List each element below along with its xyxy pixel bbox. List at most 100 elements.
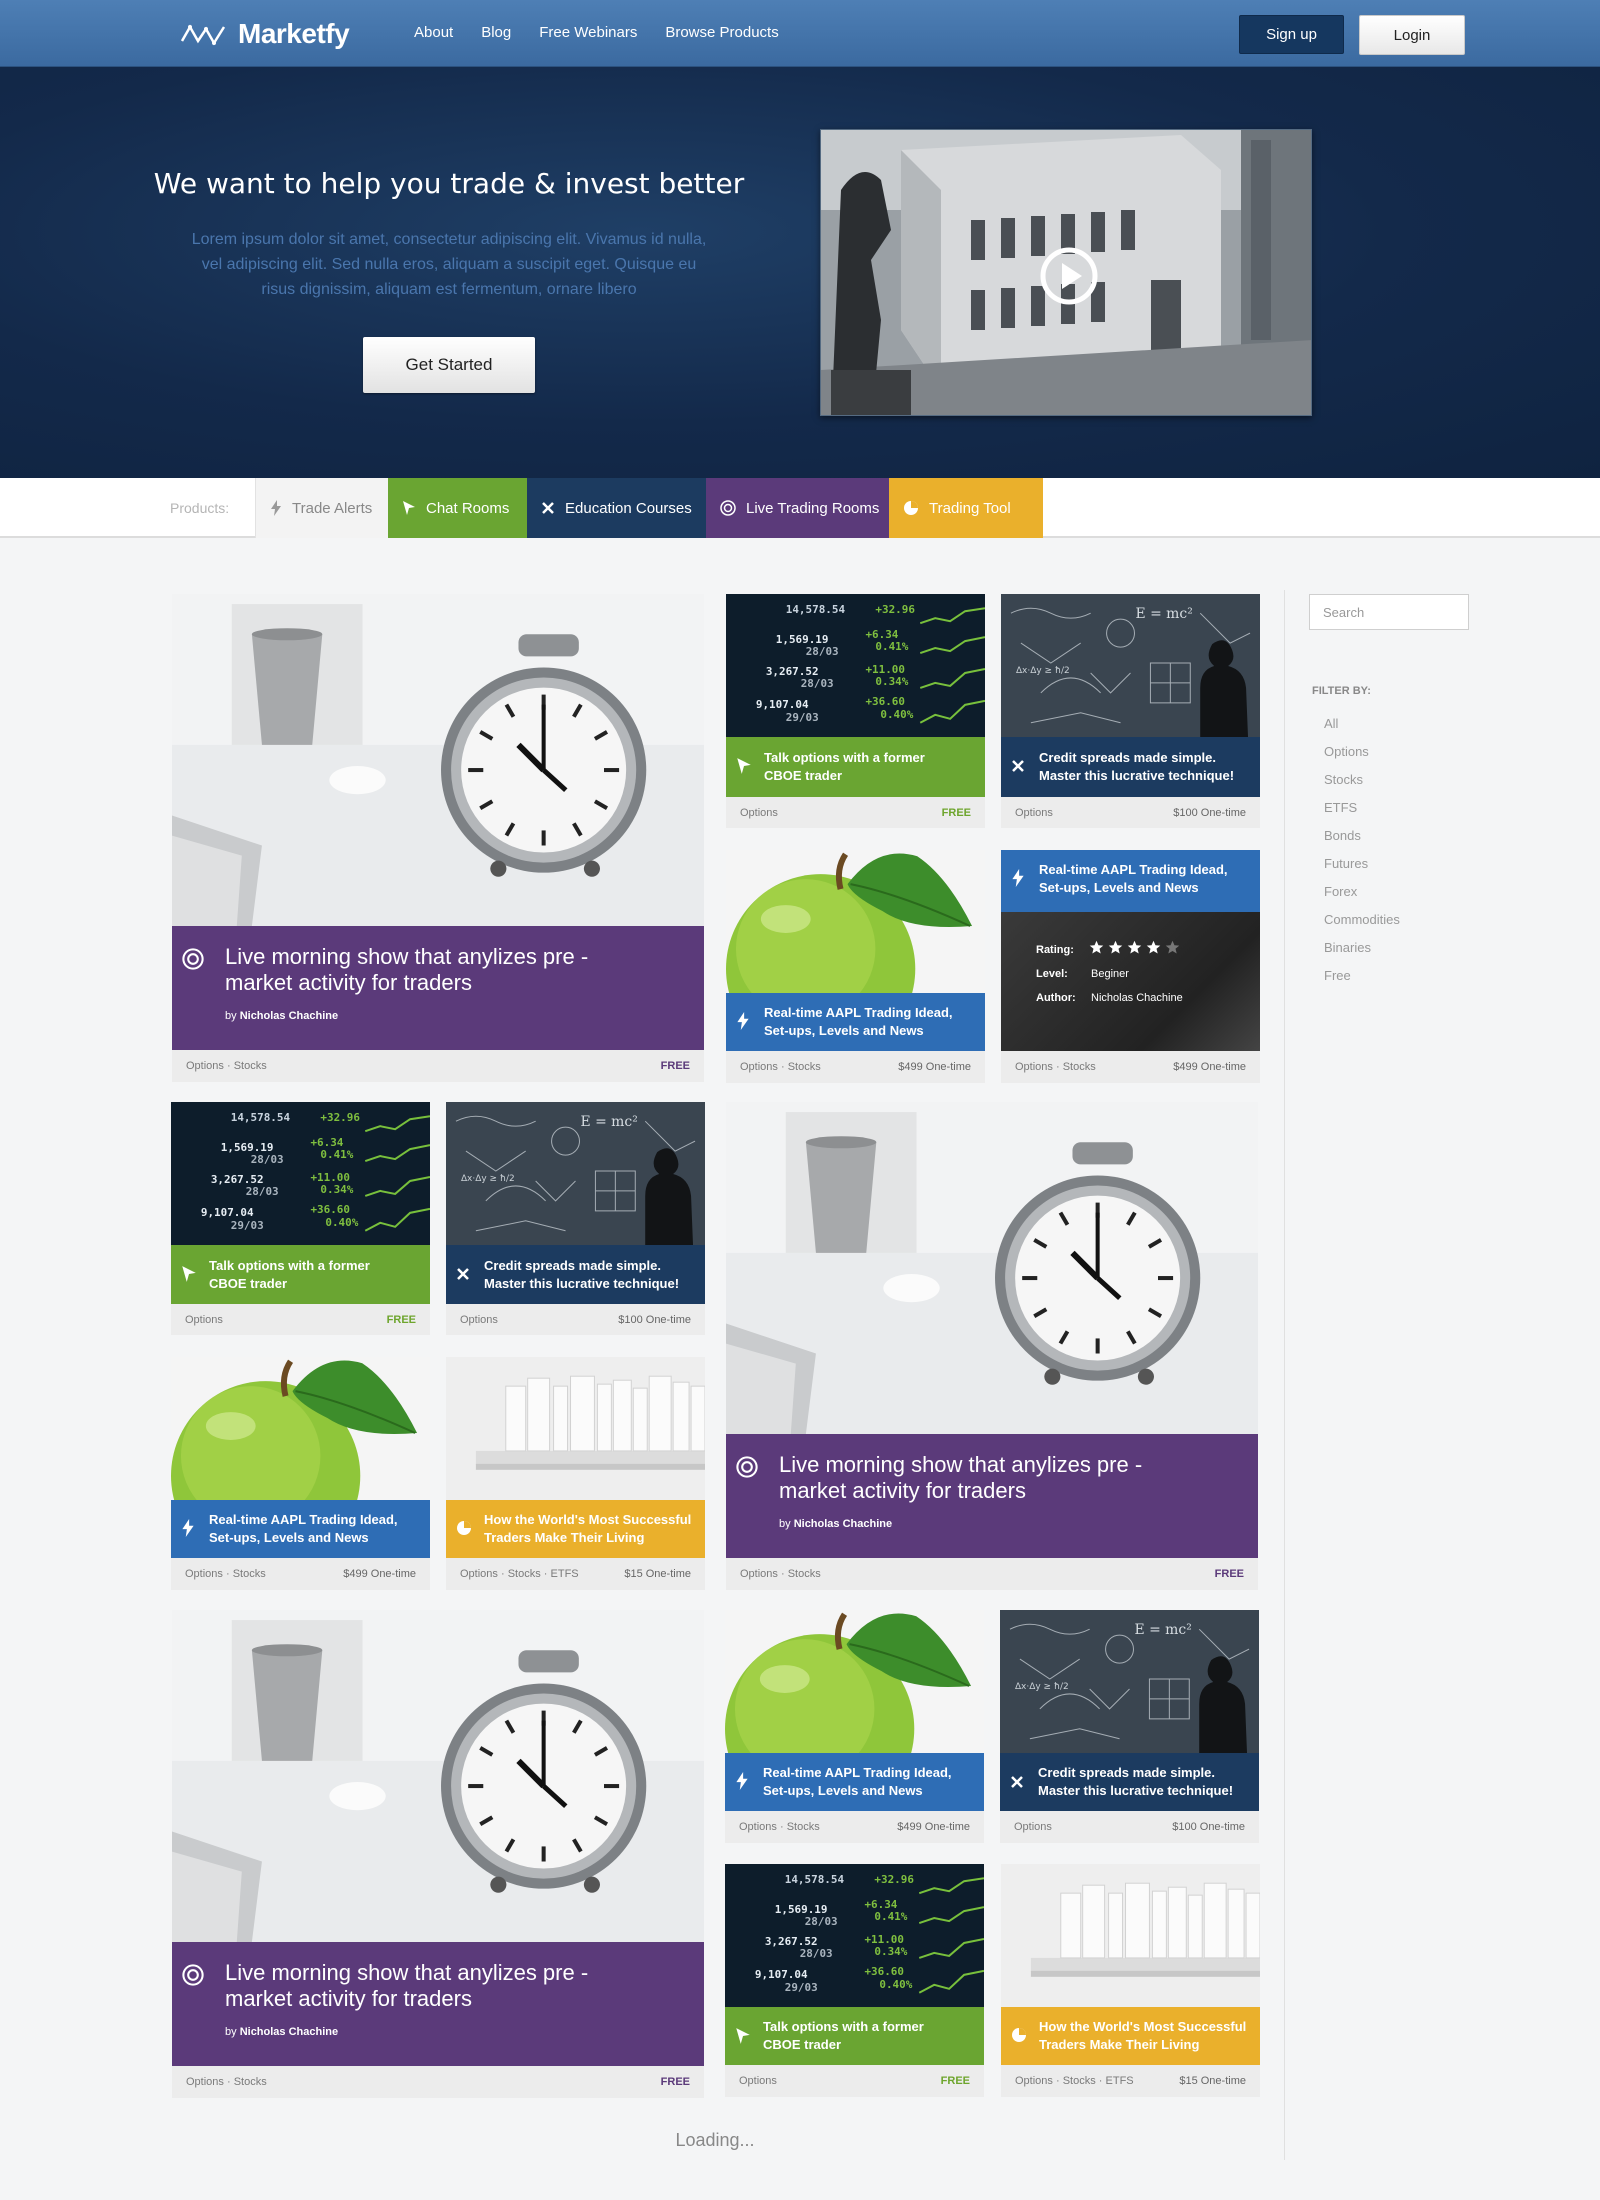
product-card-credit-spreads[interactable]: Credit spreads made simple. Master this … xyxy=(1001,594,1260,828)
bolt-icon xyxy=(1012,869,1024,887)
filter-free[interactable]: Free xyxy=(1324,968,1400,996)
card-title-band: Real-time AAPL Trading Idead, Set-ups, L… xyxy=(1001,850,1260,912)
stocks-image xyxy=(726,594,985,737)
card-title: Real-time AAPL Trading Idead, Set-ups, L… xyxy=(1039,862,1228,895)
product-card-world-traders[interactable]: How the World's Most Successful Traders … xyxy=(1001,1864,1260,2097)
product-card-aapl[interactable]: Real-time AAPL Trading Idead, Set-ups, L… xyxy=(726,850,985,1083)
logo[interactable]: Marketfy xyxy=(180,14,350,54)
tab-label: Chat Rooms xyxy=(426,499,510,517)
product-card-talk-options[interactable]: Talk options with a former CBOE trader O… xyxy=(725,1864,984,2097)
nav-free-webinars[interactable]: Free Webinars xyxy=(539,24,637,41)
product-card-large[interactable]: Live morning show that anylizes pre - ma… xyxy=(726,1102,1258,1590)
apple-image xyxy=(171,1357,430,1500)
card-title: Credit spreads made simple. Master this … xyxy=(1039,750,1235,783)
login-button[interactable]: Login xyxy=(1359,15,1465,55)
card-title: How the World's Most Successful Traders … xyxy=(484,1512,692,1545)
apple-image xyxy=(725,1610,984,1753)
card-tags: Options · Stocks xyxy=(739,1821,820,1833)
hero-video[interactable] xyxy=(820,129,1312,416)
clock-image xyxy=(726,1102,1258,1434)
target-icon xyxy=(182,1964,204,1986)
filter-all[interactable]: All xyxy=(1324,716,1400,744)
product-card-talk-options[interactable]: Talk options with a former CBOE trader O… xyxy=(726,594,985,828)
card-title: Live morning show that anylizes pre - ma… xyxy=(225,944,589,995)
filter-binaries[interactable]: Binaries xyxy=(1324,940,1400,968)
nav-browse-products[interactable]: Browse Products xyxy=(665,24,778,41)
tab-education-courses[interactable]: Education Courses xyxy=(527,478,706,538)
filter-forex[interactable]: Forex xyxy=(1324,884,1400,912)
play-icon[interactable] xyxy=(1039,246,1099,306)
signup-button[interactable]: Sign up xyxy=(1239,15,1344,54)
cursor-icon xyxy=(182,1266,196,1282)
main-nav: About Blog Free Webinars Browse Products xyxy=(414,24,807,41)
card-footer: Options · Stocks FREE xyxy=(172,2066,704,2098)
card-tags: Options xyxy=(460,1313,498,1326)
star-icon xyxy=(1089,940,1104,954)
filter-futures[interactable]: Futures xyxy=(1324,856,1400,884)
product-card-world-traders[interactable]: How the World's Most Successful Traders … xyxy=(446,1357,705,1590)
filter-commodities[interactable]: Commodities xyxy=(1324,912,1400,940)
tab-chat-rooms[interactable]: Chat Rooms xyxy=(388,478,527,538)
filter-heading: FILTER BY: xyxy=(1312,685,1371,697)
card-title: Talk options with a former CBOE trader xyxy=(209,1258,370,1291)
books-image xyxy=(446,1357,705,1500)
bolt-icon xyxy=(736,1772,748,1790)
product-card-talk-options[interactable]: Talk options with a former CBOE trader O… xyxy=(171,1102,430,1335)
level-label: Level: xyxy=(1036,968,1068,980)
tab-trade-alerts[interactable]: Trade Alerts xyxy=(255,478,388,538)
target-icon xyxy=(720,500,736,516)
card-title-band: Live morning show that anylizes pre - ma… xyxy=(726,1434,1258,1558)
search-input[interactable]: Search xyxy=(1309,594,1469,630)
product-card-credit-spreads[interactable]: Credit spreads made simple. Master this … xyxy=(1000,1610,1259,1843)
card-title-band: How the World's Most Successful Traders … xyxy=(1001,2007,1260,2065)
card-price: $499 One-time xyxy=(343,1568,416,1580)
logo-text: Marketfy xyxy=(238,18,350,49)
product-card-aapl[interactable]: Real-time AAPL Trading Idead, Set-ups, L… xyxy=(171,1357,430,1590)
books-image xyxy=(1001,1864,1260,2007)
card-title: Real-time AAPL Trading Idead, Set-ups, L… xyxy=(209,1512,398,1545)
card-footer: Options · Stocks $499 One-time xyxy=(1001,1051,1260,1083)
product-card-large[interactable]: Live morning show that anylizes pre - ma… xyxy=(172,594,704,1082)
hero-section: We want to help you trade & invest bette… xyxy=(0,67,1600,478)
card-title: Talk options with a former CBOE trader xyxy=(763,2019,924,2052)
card-footer: Options · Stocks $499 One-time xyxy=(726,1051,985,1083)
bolt-icon xyxy=(737,1012,749,1030)
card-title-band: Real-time AAPL Trading Idead, Set-ups, L… xyxy=(726,993,985,1051)
tab-label: Education Courses xyxy=(565,499,692,517)
filter-stocks[interactable]: Stocks xyxy=(1324,772,1400,800)
filter-options[interactable]: Options xyxy=(1324,744,1400,772)
product-card-large[interactable]: Live morning show that anylizes pre - ma… xyxy=(172,1610,704,2098)
sidebar-divider xyxy=(1284,590,1285,2160)
card-title: Credit spreads made simple. Master this … xyxy=(1038,1765,1234,1798)
rating-stars xyxy=(1089,940,1180,955)
card-footer: Options · Stocks $499 One-time xyxy=(171,1558,430,1590)
tab-trading-tool[interactable]: Trading Tool xyxy=(889,478,1043,538)
cross-tools-icon xyxy=(1012,760,1024,772)
card-title: How the World's Most Successful Traders … xyxy=(1039,2019,1247,2052)
product-card-aapl[interactable]: Real-time AAPL Trading Idead, Set-ups, L… xyxy=(725,1610,984,1843)
filter-etfs[interactable]: ETFS xyxy=(1324,800,1400,828)
filter-list: All Options Stocks ETFS Bonds Futures Fo… xyxy=(1324,716,1400,996)
chalkboard-image xyxy=(1001,594,1260,737)
card-footer: Options · Stocks · ETFS $15 One-time xyxy=(446,1558,705,1590)
card-title-band: Talk options with a former CBOE trader xyxy=(171,1245,430,1304)
get-started-button[interactable]: Get Started xyxy=(363,337,535,393)
card-title-band: Live morning show that anylizes pre - ma… xyxy=(172,1942,704,2066)
nav-about[interactable]: About xyxy=(414,24,453,41)
card-footer: Options FREE xyxy=(726,797,985,828)
card-price: FREE xyxy=(660,2076,690,2088)
product-card-credit-spreads[interactable]: Credit spreads made simple. Master this … xyxy=(446,1102,705,1335)
product-card-aapl-detail[interactable]: Real-time AAPL Trading Idead, Set-ups, L… xyxy=(1001,850,1260,1083)
card-tags: Options · Stocks · ETFS xyxy=(460,1568,579,1580)
card-price: $100 One-time xyxy=(1173,806,1246,819)
card-title: Live morning show that anylizes pre - ma… xyxy=(225,1960,589,2011)
nav-blog[interactable]: Blog xyxy=(481,24,511,41)
tab-live-trading-rooms[interactable]: Live Trading Rooms xyxy=(706,478,889,538)
card-title-band: Real-time AAPL Trading Idead, Set-ups, L… xyxy=(725,1753,984,1811)
loading-indicator: Loading... xyxy=(675,2130,755,2150)
filter-bonds[interactable]: Bonds xyxy=(1324,828,1400,856)
card-footer: Options FREE xyxy=(725,2065,984,2097)
card-title: Credit spreads made simple. Master this … xyxy=(484,1258,680,1291)
products-bar: Products: Trade Alerts Chat Rooms Educat… xyxy=(0,478,1600,538)
star-icon xyxy=(1146,940,1161,954)
